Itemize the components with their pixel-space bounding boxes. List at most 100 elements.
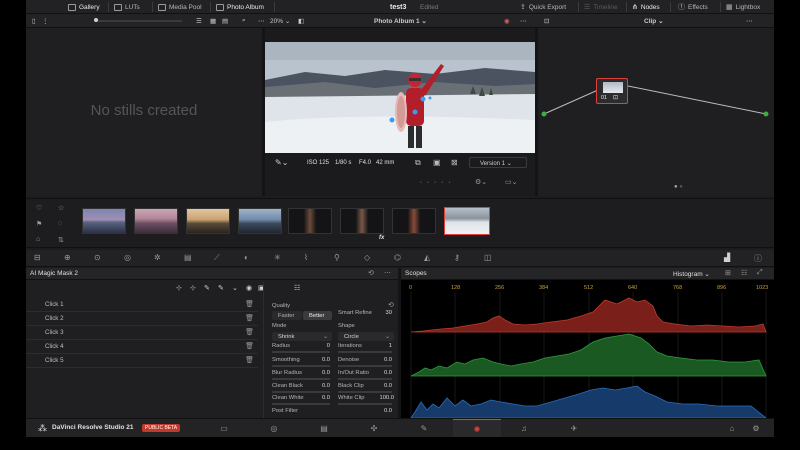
list-item[interactable]: Click 2 🗑 <box>26 312 258 326</box>
color-warper-icon[interactable]: ⊙ <box>94 253 101 262</box>
denoise-slider[interactable] <box>338 365 392 367</box>
color-page-icon[interactable]: ✎ <box>419 424 429 433</box>
node-01[interactable]: 01 ⊡ <box>596 78 628 104</box>
thumbnail-size-slider[interactable] <box>94 18 182 22</box>
mode-select[interactable]: Shrink ⌄ <box>272 332 332 341</box>
eyedropper-icon[interactable]: ✎⌄ <box>275 158 288 167</box>
smoothing-slider[interactable] <box>272 365 330 367</box>
slider-knob[interactable] <box>94 18 98 22</box>
lightbox-tab[interactable]: ▦ Lightbox <box>726 2 760 12</box>
key-icon[interactable]: ⚷ <box>454 253 460 262</box>
subtract-stroke-icon[interactable]: ✎ <box>218 284 224 292</box>
tag-icon[interactable]: ⌂ <box>36 236 40 243</box>
clean-white-slider[interactable] <box>272 403 330 405</box>
thumbnail-8-selected[interactable] <box>444 207 490 235</box>
cut-page-icon[interactable]: ◎ <box>269 424 279 433</box>
marker-icon[interactable]: ⚑ <box>36 220 42 228</box>
edit-page-icon[interactable]: ▤ <box>319 424 329 433</box>
delete-icon[interactable]: 🗑 <box>245 342 254 350</box>
delete-icon[interactable]: 🗑 <box>245 314 254 322</box>
mask-settings-icon[interactable]: ☷ <box>294 284 300 292</box>
zoom-select[interactable]: 20% ⌄ <box>270 17 290 25</box>
thumbnail-1[interactable] <box>82 208 126 234</box>
scope-layout-icon[interactable]: ⊞ <box>725 269 731 277</box>
white-clip-value[interactable]: 100.0 <box>372 395 394 401</box>
denoise-value[interactable]: 0.0 <box>372 357 392 363</box>
thumbnail-4[interactable] <box>238 208 282 234</box>
version-select[interactable]: Version 1 ⌄ <box>469 157 527 168</box>
faster-button[interactable]: Faster <box>272 311 302 320</box>
thumbnail-5[interactable] <box>288 208 332 234</box>
scope-mode-select[interactable]: Histogram ⌄ <box>673 270 710 278</box>
blur-icon[interactable]: ◭ <box>424 253 430 262</box>
thumbnail-3[interactable] <box>186 208 230 234</box>
smart-refine-value[interactable]: 30 <box>372 310 392 316</box>
add-point-icon[interactable]: ⊹ <box>176 284 182 292</box>
scopes-toggle-icon[interactable]: ▟ <box>724 253 730 262</box>
color-wheel-icon[interactable]: ◉ <box>504 17 510 25</box>
better-button[interactable]: Better <box>303 311 332 320</box>
fusion-page-icon[interactable]: ✣ <box>369 424 379 433</box>
effects-tab[interactable]: ⓕ Effects <box>678 2 708 12</box>
tracker-icon[interactable]: ◇ <box>364 253 370 262</box>
viewer-split-icon[interactable]: ◧ <box>298 17 304 25</box>
add-image-icon[interactable]: ⧉ <box>415 158 421 168</box>
deliver-page-icon[interactable]: ✈ <box>569 424 579 433</box>
list-item[interactable]: Click 3 🗑 <box>26 326 258 340</box>
delete-icon[interactable]: 🗑 <box>245 356 254 364</box>
thumbnail-7[interactable] <box>392 208 436 234</box>
layout-icon[interactable]: ▯ <box>32 17 36 25</box>
sort-icon[interactable]: ⇅ <box>58 236 64 244</box>
add-stroke-icon[interactable]: ✎ <box>204 284 210 292</box>
list-item[interactable]: Click 5 🗑 <box>26 354 258 368</box>
luts-tab[interactable]: LUTs <box>114 2 140 12</box>
camera-raw-icon[interactable]: ⊟ <box>34 253 41 262</box>
blur-radius-value[interactable]: 0.0 <box>310 370 330 376</box>
curves-icon[interactable]: ⟋ <box>214 253 220 263</box>
delete-icon[interactable]: 🗑 <box>245 300 254 308</box>
blur-radius-slider[interactable] <box>272 378 330 380</box>
remove-image-icon[interactable]: ⊠ <box>451 158 458 167</box>
eyedropper-tool-icon[interactable]: ⚲ <box>334 253 340 262</box>
home-icon[interactable]: ⌂ <box>727 424 737 433</box>
radius-slider[interactable] <box>272 351 330 353</box>
scope-settings-icon[interactable]: ☷ <box>741 269 747 277</box>
thumbnail-6[interactable] <box>340 208 384 234</box>
reset-refine-icon[interactable]: ⟲ <box>388 301 394 309</box>
viewer-options-icon[interactable]: ⋯ <box>520 17 527 25</box>
info-icon[interactable]: ⓘ <box>754 253 762 264</box>
post-filter-value[interactable]: 0.0 <box>372 408 392 414</box>
overlay-icon[interactable]: ◉ <box>246 284 252 292</box>
inout-ratio-slider[interactable] <box>338 378 392 380</box>
qualifier-icon[interactable]: ✳ <box>274 253 281 262</box>
hdr-wheels-icon[interactable]: ✲ <box>154 253 161 262</box>
list-item[interactable]: Click 1 🗑 <box>26 298 258 312</box>
list-view-icon[interactable]: ☰ <box>196 17 202 25</box>
smoothing-value[interactable]: 0.0 <box>310 357 330 363</box>
clip-select[interactable]: Clip ⌄ <box>644 17 664 25</box>
photo-album-tab[interactable]: Photo Album <box>216 2 264 12</box>
color-wheels-icon[interactable]: ◎ <box>124 253 131 262</box>
magic-mask-icon[interactable]: ⌬ <box>394 253 401 262</box>
node-graph-options-icon[interactable]: ⋯ <box>746 17 753 25</box>
project-settings-icon[interactable]: ⚙ <box>751 424 761 433</box>
color-warper2-icon[interactable]: ◐ <box>244 253 249 262</box>
flag-icon[interactable]: ♡ <box>36 204 42 212</box>
filmstrip-view-icon[interactable]: ▤ <box>222 17 228 25</box>
rgb-mixer-icon[interactable]: ▤ <box>184 253 192 262</box>
delete-icon[interactable]: 🗑 <box>245 328 254 336</box>
radius-value[interactable]: 0 <box>310 343 330 349</box>
black-clip-value[interactable]: 0.0 <box>372 383 392 389</box>
inout-ratio-value[interactable]: 0.0 <box>372 370 392 376</box>
node-view-icon[interactable]: ⊡ <box>544 17 549 25</box>
scope-expand-icon[interactable]: ⤢ <box>757 269 763 277</box>
more-options-icon[interactable]: ⋯ <box>258 17 265 25</box>
white-clip-slider[interactable] <box>338 403 392 405</box>
search-icon[interactable]: ⌕ <box>242 17 246 25</box>
clean-black-value[interactable]: 0.0 <box>310 383 330 389</box>
timeline-tab[interactable]: ☰ Timeline <box>584 2 618 12</box>
iterations-slider[interactable] <box>338 351 392 353</box>
window-icon[interactable]: ⌇ <box>304 253 308 262</box>
bookmark-icon[interactable]: ▭⌄ <box>505 178 517 186</box>
color-match-icon[interactable]: ⊕ <box>64 253 71 262</box>
